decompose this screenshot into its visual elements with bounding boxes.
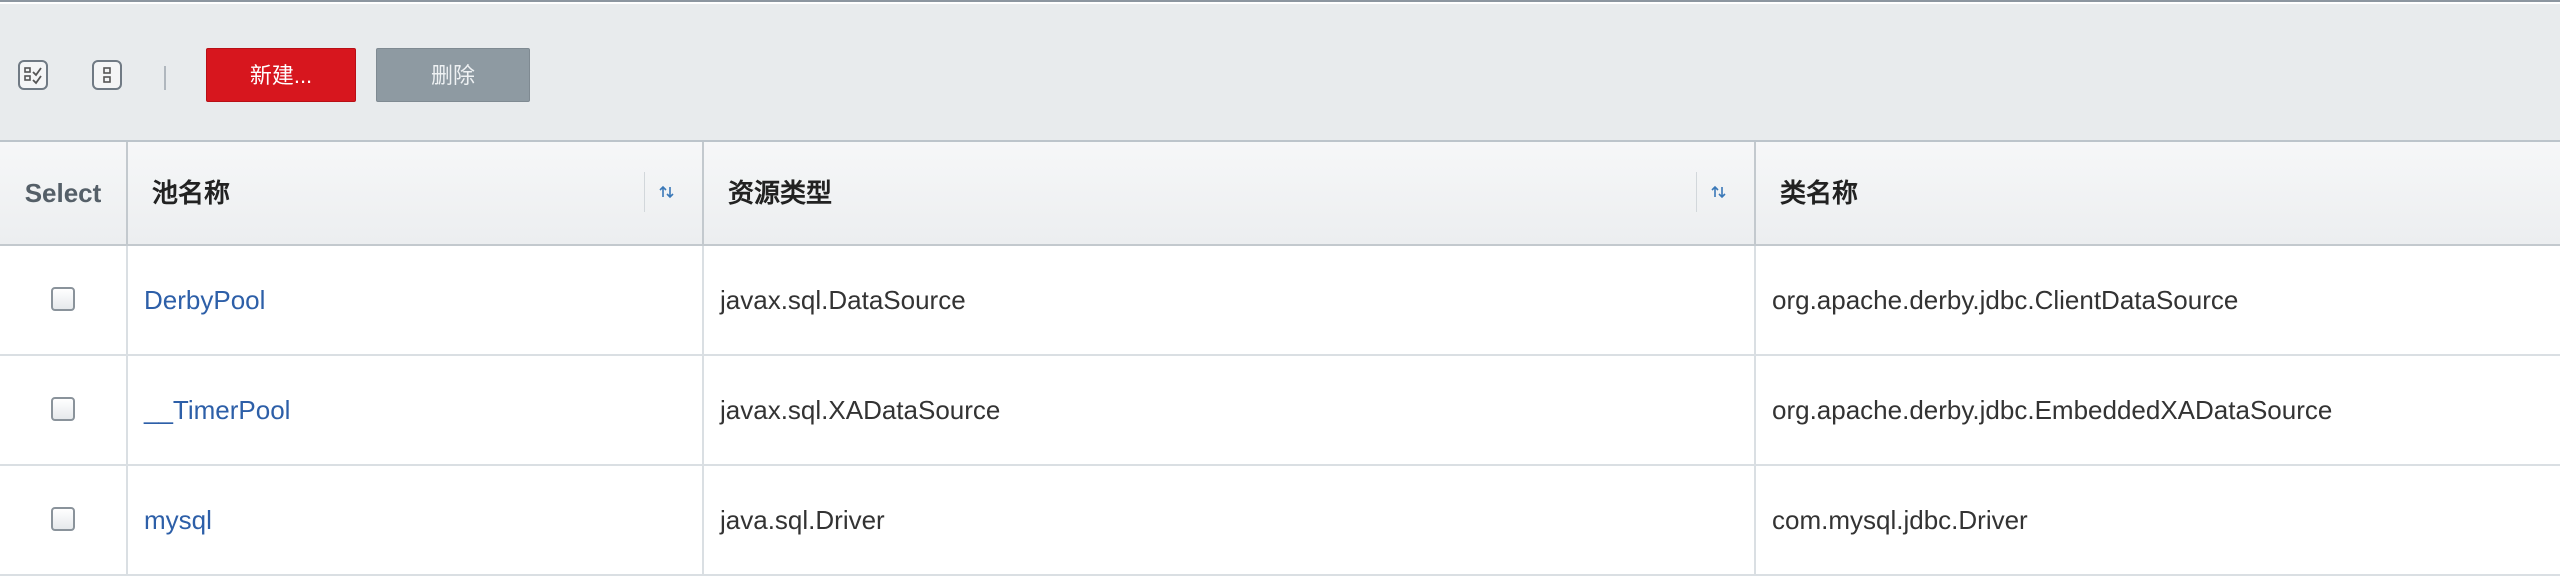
row-checkbox[interactable]: [51, 397, 75, 421]
table-row: __TimerPool javax.sql.XADataSource org.a…: [0, 356, 2560, 466]
class-name-cell: org.apache.derby.jdbc.ClientDataSource: [1772, 285, 2239, 315]
row-select-cell: [0, 246, 128, 354]
resource-type-cell: javax.sql.XADataSource: [704, 356, 1756, 464]
resource-pool-table-panel: 新建... 删除 Select 池名称 资源类型 类名称 DerbyPool j…: [0, 0, 2560, 576]
column-header-select: Select: [0, 142, 128, 244]
class-name-cell: com.mysql.jdbc.Driver: [1772, 505, 2028, 535]
toolbar-separator: [164, 66, 166, 90]
table-toolbar: 新建... 删除: [0, 4, 2560, 142]
select-all-icon[interactable]: [18, 60, 48, 90]
deselect-all-icon[interactable]: [92, 60, 122, 90]
column-header-resource-type-label: 资源类型: [728, 178, 833, 208]
pool-name-link[interactable]: __TimerPool: [144, 395, 290, 425]
pool-name-link[interactable]: mysql: [144, 505, 212, 535]
pool-name-cell: DerbyPool: [128, 246, 704, 354]
sort-arrows-icon[interactable]: [644, 172, 691, 212]
table-header: Select 池名称 资源类型 类名称: [0, 142, 2560, 246]
column-header-resource-type[interactable]: 资源类型: [704, 142, 1756, 244]
new-button[interactable]: 新建...: [206, 48, 356, 102]
pool-name-cell: __TimerPool: [128, 356, 704, 464]
row-select-cell: [0, 466, 128, 574]
resource-type-cell: java.sql.Driver: [704, 466, 1756, 574]
delete-button[interactable]: 删除: [376, 48, 530, 102]
resource-type-cell: javax.sql.DataSource: [704, 246, 1756, 354]
table-row: mysql java.sql.Driver com.mysql.jdbc.Dri…: [0, 466, 2560, 576]
column-header-class-name[interactable]: 类名称: [1756, 142, 2560, 244]
column-header-pool-name[interactable]: 池名称: [128, 142, 704, 244]
sort-arrows-icon[interactable]: [1696, 172, 1743, 212]
row-checkbox[interactable]: [51, 287, 75, 311]
table-row: DerbyPool javax.sql.DataSource org.apach…: [0, 246, 2560, 356]
row-checkbox[interactable]: [51, 507, 75, 531]
pool-name-link[interactable]: DerbyPool: [144, 285, 265, 315]
class-name-cell: org.apache.derby.jdbc.EmbeddedXADataSour…: [1772, 395, 2333, 425]
column-header-pool-name-label: 池名称: [152, 178, 231, 208]
row-select-cell: [0, 356, 128, 464]
pool-name-cell: mysql: [128, 466, 704, 574]
